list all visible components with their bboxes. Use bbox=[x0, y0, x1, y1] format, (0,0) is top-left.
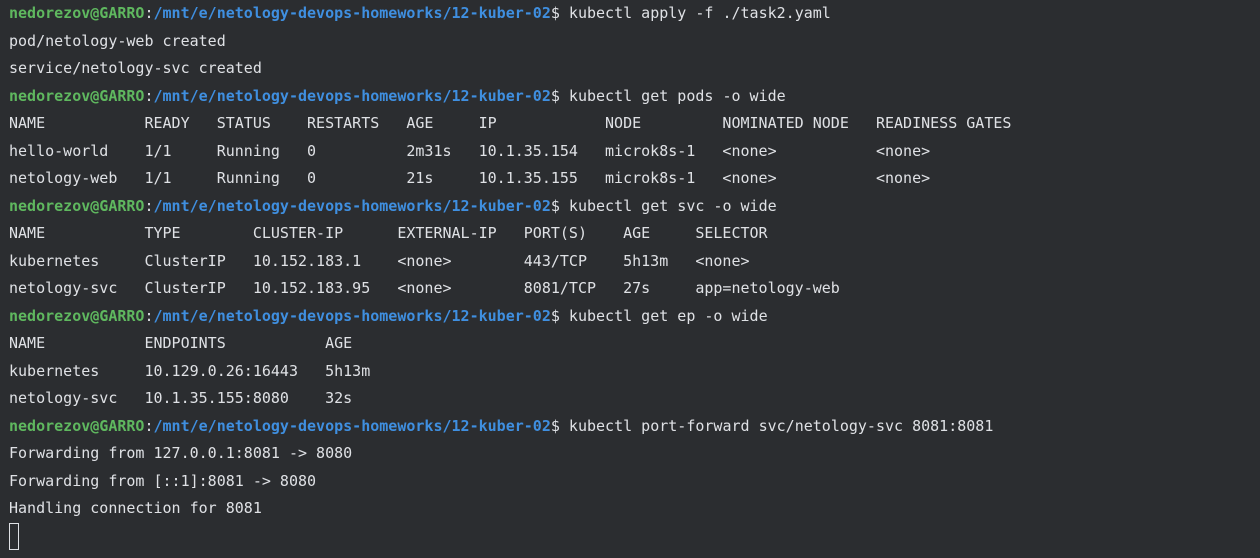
prompt-separator: : bbox=[144, 196, 154, 215]
table-header: NAME READY STATUS RESTARTS AGE IP NODE N… bbox=[9, 114, 1012, 132]
prompt-user-host: nedorezov@GARRO bbox=[9, 306, 145, 325]
table-row: kubernetes ClusterIP 10.152.183.1 <none>… bbox=[9, 251, 750, 270]
prompt-user-host: nedorezov@GARRO bbox=[9, 196, 145, 215]
prompt-symbol: $ bbox=[550, 416, 560, 435]
prompt-user-host: nedorezov@GARRO bbox=[9, 86, 145, 105]
table-header: NAME ENDPOINTS AGE bbox=[9, 334, 353, 352]
prompt-line: nedorezov@GARRO:/mnt/e/netology-devops-h… bbox=[9, 303, 1260, 331]
output-line: service/netology-svc created bbox=[9, 59, 262, 77]
command-text: kubectl port-forward svc/netology-svc 80… bbox=[559, 416, 994, 435]
prompt-symbol: $ bbox=[550, 4, 560, 22]
output-line: pod/netology-web created bbox=[9, 31, 226, 50]
command-text: kubectl apply -f ./task2.yaml bbox=[559, 4, 831, 22]
prompt-symbol: $ bbox=[550, 86, 560, 105]
command-text: kubectl get pods -o wide bbox=[559, 86, 786, 105]
output-line: Forwarding from [::1]:8081 -> 8080 bbox=[9, 471, 317, 490]
input-line[interactable] bbox=[9, 522, 1260, 551]
command-text: kubectl get svc -o wide bbox=[559, 196, 777, 215]
table-row: hello-world 1/1 Running 0 2m31s 10.1.35.… bbox=[9, 141, 931, 160]
prompt-line: nedorezov@GARRO:/mnt/e/netology-devops-h… bbox=[9, 0, 1260, 28]
terminal-window[interactable]: nedorezov@GARRO:/mnt/e/netology-devops-h… bbox=[0, 0, 1260, 558]
terminal-cursor bbox=[9, 522, 19, 550]
prompt-user-host: nedorezov@GARRO bbox=[9, 4, 145, 22]
command-text: kubectl get ep -o wide bbox=[559, 306, 768, 325]
table-header: NAME TYPE CLUSTER-IP EXTERNAL-IP PORT(S)… bbox=[9, 224, 768, 242]
prompt-separator: : bbox=[144, 306, 154, 325]
table-row: netology-svc ClusterIP 10.152.183.95 <no… bbox=[9, 279, 840, 297]
prompt-line: nedorezov@GARRO:/mnt/e/netology-devops-h… bbox=[9, 83, 1260, 111]
output-line: Forwarding from 127.0.0.1:8081 -> 8080 bbox=[9, 444, 353, 462]
prompt-symbol: $ bbox=[550, 306, 560, 325]
prompt-separator: : bbox=[144, 4, 154, 22]
prompt-path: /mnt/e/netology-devops-homeworks/12-kube… bbox=[153, 416, 551, 435]
prompt-line: nedorezov@GARRO:/mnt/e/netology-devops-h… bbox=[9, 193, 1260, 221]
prompt-separator: : bbox=[144, 86, 154, 105]
prompt-symbol: $ bbox=[550, 196, 560, 215]
table-row: kubernetes 10.129.0.26:16443 5h13m bbox=[9, 361, 371, 380]
table-row: netology-web 1/1 Running 0 21s 10.1.35.1… bbox=[9, 169, 931, 187]
prompt-path: /mnt/e/netology-devops-homeworks/12-kube… bbox=[153, 196, 551, 215]
prompt-path: /mnt/e/netology-devops-homeworks/12-kube… bbox=[153, 86, 551, 105]
prompt-user-host: nedorezov@GARRO bbox=[9, 416, 145, 435]
prompt-line: nedorezov@GARRO:/mnt/e/netology-devops-h… bbox=[9, 413, 1260, 441]
output-line: Handling connection for 8081 bbox=[9, 499, 262, 517]
prompt-path: /mnt/e/netology-devops-homeworks/12-kube… bbox=[153, 306, 551, 325]
prompt-separator: : bbox=[144, 416, 154, 435]
table-row: netology-svc 10.1.35.155:8080 32s bbox=[9, 389, 353, 407]
prompt-path: /mnt/e/netology-devops-homeworks/12-kube… bbox=[153, 4, 551, 22]
